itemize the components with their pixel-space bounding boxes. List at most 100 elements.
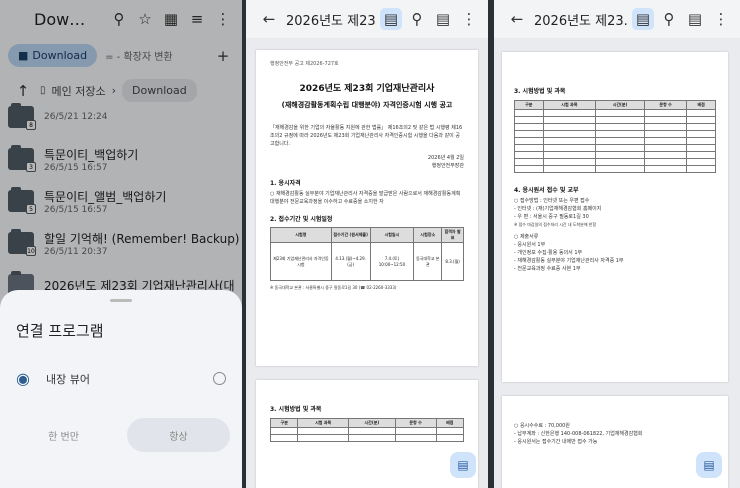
table-cell <box>435 427 465 435</box>
sheet-title: 연결 프로그램 <box>16 322 104 340</box>
table-cell <box>595 123 645 131</box>
page-icon[interactable]: ▤ <box>684 8 706 30</box>
subject-table: 구분 시험 과목 시간(분) 문항 수 배점 <box>269 418 465 442</box>
table-cell <box>686 109 716 117</box>
table-cell <box>595 158 645 166</box>
qualification-text: ○ 재해경감활동 실무분야 기업재난관리사 자격증을 발급받은 사람으로서 재해… <box>270 191 461 205</box>
section-method: 3. 시험방법 및 과목 <box>270 406 322 413</box>
notice-number: 행정안전부 공고 제2026-727호 <box>270 61 339 67</box>
announce-date: 2026년 4월 2일 <box>427 155 464 161</box>
option-label: 내장 뷰어 <box>45 372 90 386</box>
table-cell <box>347 427 396 435</box>
venue-note: ※ 동국대학교 본관 : 서울특별시 중구 필동로1길 30 (☎ 02-226… <box>270 285 397 290</box>
table-cell <box>514 165 544 173</box>
application-item: - 개인정보 수집·활용 동의서 1부 <box>514 250 583 256</box>
table-cell <box>514 158 544 166</box>
table-cell <box>542 116 597 124</box>
table-cell <box>297 434 349 442</box>
page-jump-fab[interactable]: ▤ <box>696 452 722 478</box>
doc-title-line1: 2026년도 제23회 기업재난관리사 <box>299 84 435 94</box>
search-icon[interactable]: ⚲ <box>406 8 428 30</box>
table-cell <box>514 109 544 117</box>
table-cell <box>686 165 716 173</box>
table-cell <box>643 165 688 173</box>
sheet-buttons: 한 번만 항상 <box>0 388 242 452</box>
table-cell <box>514 123 544 131</box>
table-header: 문항 수 <box>394 418 437 428</box>
table-header: 배점 <box>435 418 465 428</box>
document-icon[interactable]: ▤ <box>380 8 402 30</box>
application-item: - 우 편 : 서울시 중구 필동로1길 30 <box>514 214 589 220</box>
schedule-table: 시험명 접수기간 (원서제출) 시험일시 시험장소 합격자 발표 제23회 기업… <box>270 227 464 281</box>
table-cell <box>686 116 716 124</box>
table-cell <box>643 116 688 124</box>
table-cell <box>394 434 437 442</box>
table-header: 배점 <box>686 100 716 110</box>
eye-icon: ◉ <box>16 369 30 388</box>
table-cell <box>542 130 597 138</box>
table-cell <box>686 137 716 145</box>
back-arrow-icon[interactable]: ← <box>506 8 528 30</box>
table-header: 구분 <box>514 100 544 110</box>
always-button[interactable]: 항상 <box>127 418 230 452</box>
application-item: - 인터넷 : (재)기업재해경감협회 홈페이지 <box>514 206 602 212</box>
option-builtin-viewer[interactable]: ◉ 내장 뷰어 <box>0 341 242 388</box>
table-cell <box>686 151 716 159</box>
pdf-page: 3. 시험방법 및 과목 구분 시험 과목 시간(분) 문항 수 배점 <box>256 380 478 488</box>
viewer-toolbar: ← 2026년도 제23... ▤ ⚲ ▤ ⋮ <box>494 0 740 38</box>
fee-item: - 응시원서는 접수기간 내에만 접수 가능 <box>514 439 598 445</box>
table-cell <box>595 116 645 124</box>
more-icon[interactable]: ⋮ <box>458 8 480 30</box>
table-cell <box>435 434 465 442</box>
application-items: ○ 접수방법 : 인터넷 또는 우편 접수 - 인터넷 : (재)기업재해경감협… <box>514 197 716 273</box>
document-icon: ▤ <box>457 458 469 472</box>
section-qualification: 1. 응시자격 <box>270 180 301 187</box>
pdf-page: ○ 응시수수료 : 70,000원 - 납부계좌 : 신한은행 140-008-… <box>502 396 728 488</box>
viewer-title: 2026년도 제23... <box>534 13 628 29</box>
document-icon: ▤ <box>703 458 715 472</box>
table-cell <box>542 109 597 117</box>
table-cell <box>514 144 544 152</box>
table-cell: 동국대학교 본관 <box>413 242 443 281</box>
application-item: ※ 접수 마감일의 접수처리 시간 내 도착분에 한함 <box>514 222 597 227</box>
table-cell <box>643 144 688 152</box>
table-header: 접수기간 (원서제출) <box>330 227 371 243</box>
page-jump-fab[interactable]: ▤ <box>450 452 476 478</box>
table-header: 시험 과목 <box>542 100 597 110</box>
application-item: - 전문교육과정 수료증 사본 1부 <box>514 266 581 272</box>
table-cell <box>542 137 597 145</box>
viewer-toolbar: ← 2026년도 제23... ▤ ⚲ ▤ ⋮ <box>246 0 488 38</box>
table-cell <box>514 116 544 124</box>
table-cell <box>514 137 544 145</box>
table-cell <box>542 144 597 152</box>
radio-button[interactable] <box>213 372 226 385</box>
table-cell <box>394 427 437 435</box>
application-item: - 응시원서 1부 <box>514 242 546 248</box>
section-method: 3. 시험방법 및 과목 <box>514 88 566 95</box>
more-icon[interactable]: ⋮ <box>710 8 732 30</box>
table-cell <box>595 137 645 145</box>
document-icon[interactable]: ▤ <box>632 8 654 30</box>
subject-table: 구분 시험 과목 시간(분) 문항 수 배점 <box>514 100 716 173</box>
table-cell <box>643 123 688 131</box>
search-icon[interactable]: ⚲ <box>658 8 680 30</box>
fee-item: - 납부계좌 : 신한은행 140-008-061822, 기업재해경감협회 <box>514 431 643 437</box>
table-cell: 제23회 기업재난관리사 자격인증시험 <box>270 242 332 281</box>
table-cell <box>542 151 597 159</box>
intro-text: 「재해경감을 위한 기업의 자율활동 지원에 관한 법률」 제16조의2 및 같… <box>270 125 463 147</box>
table-cell <box>686 123 716 131</box>
table-cell <box>686 144 716 152</box>
section-application: 4. 응시원서 접수 및 교부 <box>514 187 579 194</box>
pdf-page: 행정안전부 공고 제2026-727호 2026년도 제23회 기업재난관리사 … <box>256 50 478 366</box>
viewer-title: 2026년도 제23... <box>286 13 376 29</box>
table-cell <box>595 109 645 117</box>
table-cell <box>269 434 299 442</box>
table-cell <box>643 151 688 159</box>
application-item: ○ 제출서류 <box>514 234 539 240</box>
table-cell: 7.4.(토) 10:00~12:50 <box>369 242 415 281</box>
application-item: - 재해경감활동 실무분야 기업재난관리사 자격증 1부 <box>514 258 624 264</box>
table-cell <box>514 130 544 138</box>
just-once-button[interactable]: 한 번만 <box>12 418 115 452</box>
back-arrow-icon[interactable]: ← <box>258 8 280 30</box>
page-icon[interactable]: ▤ <box>432 8 454 30</box>
